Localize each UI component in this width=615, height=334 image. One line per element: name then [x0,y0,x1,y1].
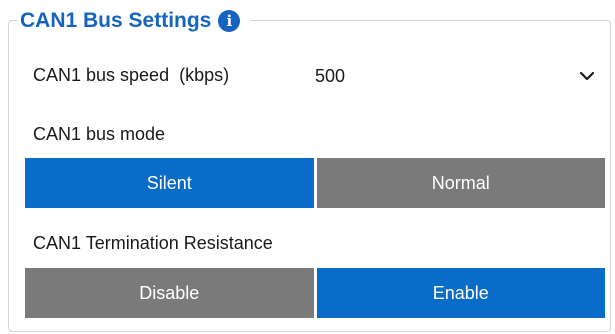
group-title: CAN1 Bus Settings [20,9,212,32]
termination-disable-button[interactable]: Disable [25,268,314,318]
bus-mode-label: CAN1 bus mode [33,123,166,144]
bus-speed-value: 500 [315,65,346,86]
bus-speed-select[interactable]: 500 [306,57,606,95]
group-header: CAN1 Bus Settings i [18,6,251,36]
bus-speed-row: CAN1 bus speed (kbps) [33,57,229,93]
chevron-down-icon [579,71,595,81]
bus-mode-toggle: Silent Normal [25,158,605,208]
mode-normal-button[interactable]: Normal [316,158,605,208]
termination-label-row: CAN1 Termination Resistance [33,229,273,257]
termination-toggle: Disable Enable [25,268,605,318]
termination-label: CAN1 Termination Resistance [33,232,273,253]
bus-mode-label-row: CAN1 bus mode [33,120,165,148]
bus-speed-label: CAN1 bus speed (kbps) [33,64,230,85]
termination-enable-button[interactable]: Enable [316,268,605,318]
mode-silent-button[interactable]: Silent [25,158,314,208]
info-icon[interactable]: i [218,10,241,32]
